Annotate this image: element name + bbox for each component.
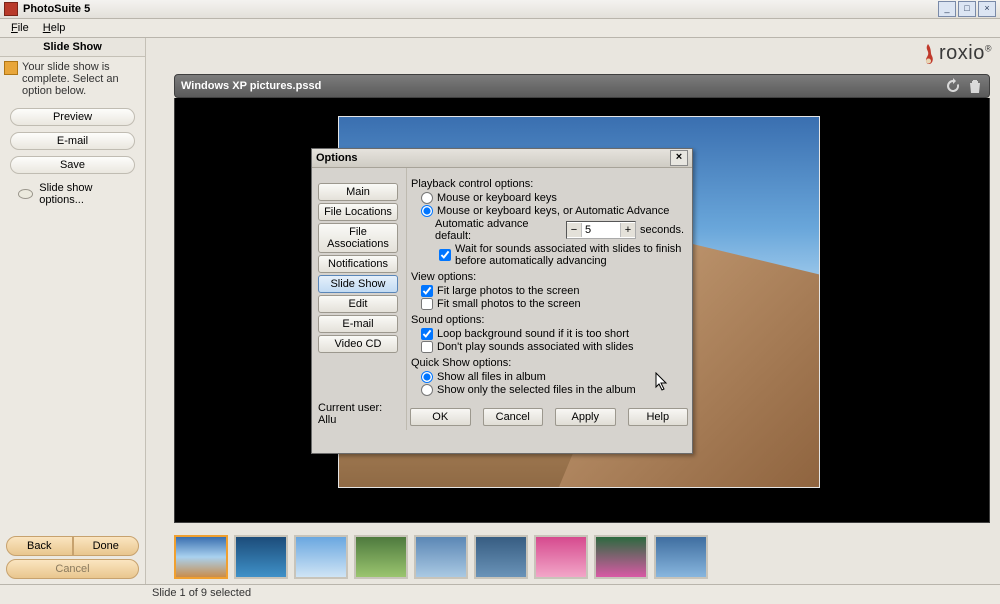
- current-user-label: Current user:: [318, 402, 382, 414]
- tab-main[interactable]: Main: [318, 183, 398, 201]
- help-button[interactable]: Help: [628, 408, 689, 426]
- check-wait-sounds[interactable]: [439, 249, 451, 261]
- sidebar: Slide Show Your slide show is complete. …: [0, 38, 146, 584]
- radio-mouse-keyboard-label: Mouse or keyboard keys: [437, 192, 557, 204]
- thumb-9[interactable]: [654, 535, 708, 579]
- apply-button[interactable]: Apply: [555, 408, 616, 426]
- radio-show-all[interactable]: [421, 371, 433, 383]
- sidebar-note-text: Your slide show is complete. Select an o…: [22, 61, 141, 97]
- menu-file[interactable]: File: [4, 20, 36, 36]
- auto-advance-stepper[interactable]: − 5 +: [566, 221, 636, 239]
- sidebar-header: Slide Show: [0, 38, 145, 57]
- thumb-7[interactable]: [534, 535, 588, 579]
- stepper-plus[interactable]: +: [620, 223, 635, 237]
- thumb-1[interactable]: [174, 535, 228, 579]
- refresh-icon[interactable]: [945, 78, 961, 94]
- done-button[interactable]: Done: [73, 536, 140, 556]
- auto-advance-value[interactable]: 5: [582, 224, 620, 236]
- thumb-3[interactable]: [294, 535, 348, 579]
- check-dont-play[interactable]: [421, 341, 433, 353]
- filmstrip: [174, 529, 990, 584]
- radio-mouse-keyboard[interactable]: [421, 192, 433, 204]
- thumb-8[interactable]: [594, 535, 648, 579]
- check-wait-sounds-label: Wait for sounds associated with slides t…: [455, 243, 684, 267]
- window-title: PhotoSuite 5: [23, 3, 936, 15]
- save-button[interactable]: Save: [10, 156, 135, 174]
- document-title: Windows XP pictures.pssd: [181, 80, 939, 92]
- auto-advance-pre-label: Automatic advance default:: [435, 218, 562, 242]
- ellipse-icon: [18, 189, 33, 199]
- document-header: Windows XP pictures.pssd: [174, 74, 990, 98]
- slideshow-options-label: Slide show options...: [39, 182, 135, 206]
- cancel-button[interactable]: Cancel: [6, 559, 139, 579]
- tab-file-associations[interactable]: File Associations: [318, 223, 398, 253]
- tab-edit[interactable]: Edit: [318, 295, 398, 313]
- radio-show-selected-label: Show only the selected files in the albu…: [437, 384, 636, 396]
- quickshow-header: Quick Show options:: [411, 357, 684, 369]
- preview-button[interactable]: Preview: [10, 108, 135, 126]
- brand-text: roxio: [939, 42, 985, 64]
- thumb-5[interactable]: [414, 535, 468, 579]
- tab-video-cd[interactable]: Video CD: [318, 335, 398, 353]
- check-loop-bg-label: Loop background sound if it is too short: [437, 328, 629, 340]
- playback-header: Playback control options:: [411, 178, 684, 190]
- brand-logo: roxio®: [921, 42, 992, 65]
- dialog-tabs: Main File Locations File Associations No…: [318, 183, 398, 353]
- dialog-title: Options: [316, 152, 358, 164]
- info-icon: [4, 61, 18, 75]
- thumb-6[interactable]: [474, 535, 528, 579]
- dialog-cancel-button[interactable]: Cancel: [483, 408, 544, 426]
- tab-notifications[interactable]: Notifications: [318, 255, 398, 273]
- ok-button[interactable]: OK: [410, 408, 471, 426]
- tab-file-locations[interactable]: File Locations: [318, 203, 398, 221]
- radio-show-all-label: Show all files in album: [437, 371, 546, 383]
- radio-show-selected[interactable]: [421, 384, 433, 396]
- minimize-button[interactable]: _: [938, 1, 956, 17]
- status-bar: Slide 1 of 9 selected: [0, 584, 1000, 604]
- radio-auto-advance-label: Mouse or keyboard keys, or Automatic Adv…: [437, 205, 669, 217]
- tab-slide-show[interactable]: Slide Show: [318, 275, 398, 293]
- options-dialog: Options × Main File Locations File Assoc…: [311, 148, 693, 454]
- sound-header: Sound options:: [411, 314, 684, 326]
- menu-help[interactable]: Help: [36, 20, 73, 36]
- current-user-value: Allu: [318, 414, 382, 426]
- check-fit-large-label: Fit large photos to the screen: [437, 285, 579, 297]
- check-fit-small-label: Fit small photos to the screen: [437, 298, 581, 310]
- slideshow-options-link[interactable]: Slide show options...: [0, 177, 145, 206]
- check-fit-small[interactable]: [421, 298, 433, 310]
- trash-icon[interactable]: [967, 78, 983, 94]
- radio-auto-advance[interactable]: [421, 205, 433, 217]
- thumb-4[interactable]: [354, 535, 408, 579]
- thumb-2[interactable]: [234, 535, 288, 579]
- tab-email[interactable]: E-mail: [318, 315, 398, 333]
- back-button[interactable]: Back: [6, 536, 73, 556]
- auto-advance-post-label: seconds.: [640, 224, 684, 236]
- flame-icon: [921, 43, 935, 65]
- check-dont-play-label: Don't play sounds associated with slides: [437, 341, 634, 353]
- stepper-minus[interactable]: −: [567, 223, 582, 237]
- dialog-panel: Playback control options: Mouse or keybo…: [406, 168, 692, 430]
- dialog-close-button[interactable]: ×: [670, 150, 688, 166]
- email-button[interactable]: E-mail: [10, 132, 135, 150]
- maximize-button[interactable]: □: [958, 1, 976, 17]
- check-fit-large[interactable]: [421, 285, 433, 297]
- check-loop-bg[interactable]: [421, 328, 433, 340]
- close-button[interactable]: ×: [978, 1, 996, 17]
- view-header: View options:: [411, 271, 684, 283]
- app-icon: [4, 2, 18, 16]
